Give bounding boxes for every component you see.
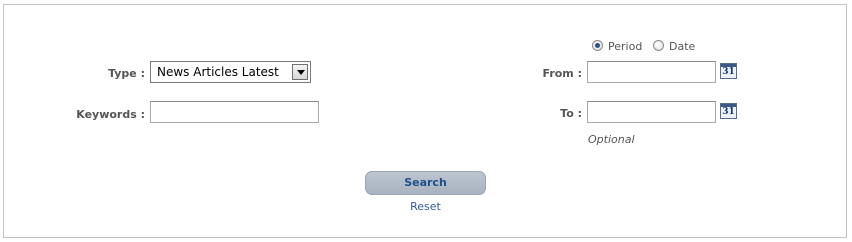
type-select-value: News Articles Latest xyxy=(157,65,279,79)
radio-period-label: Period xyxy=(608,40,643,53)
to-label: To : xyxy=(560,107,582,120)
keywords-input[interactable] xyxy=(150,101,319,123)
radio-period[interactable] xyxy=(592,40,603,51)
optional-note: Optional xyxy=(588,133,635,146)
search-button[interactable]: Search xyxy=(365,171,486,195)
calendar-icon[interactable]: 31 xyxy=(720,63,737,79)
to-date-input[interactable] xyxy=(587,101,716,123)
radio-date[interactable] xyxy=(653,40,664,51)
from-label: From : xyxy=(542,67,582,80)
from-date-input[interactable] xyxy=(587,61,716,83)
radio-date-label: Date xyxy=(669,40,696,53)
type-label: Type : xyxy=(108,67,145,80)
calendar-icon-text: 31 xyxy=(722,107,735,117)
type-select[interactable]: News Articles Latest xyxy=(150,61,311,83)
reset-link[interactable]: Reset xyxy=(365,200,486,213)
chevron-down-icon[interactable] xyxy=(292,64,308,80)
calendar-icon-text: 31 xyxy=(722,67,735,77)
calendar-icon[interactable]: 31 xyxy=(720,103,737,119)
keywords-label: Keywords : xyxy=(76,108,145,121)
